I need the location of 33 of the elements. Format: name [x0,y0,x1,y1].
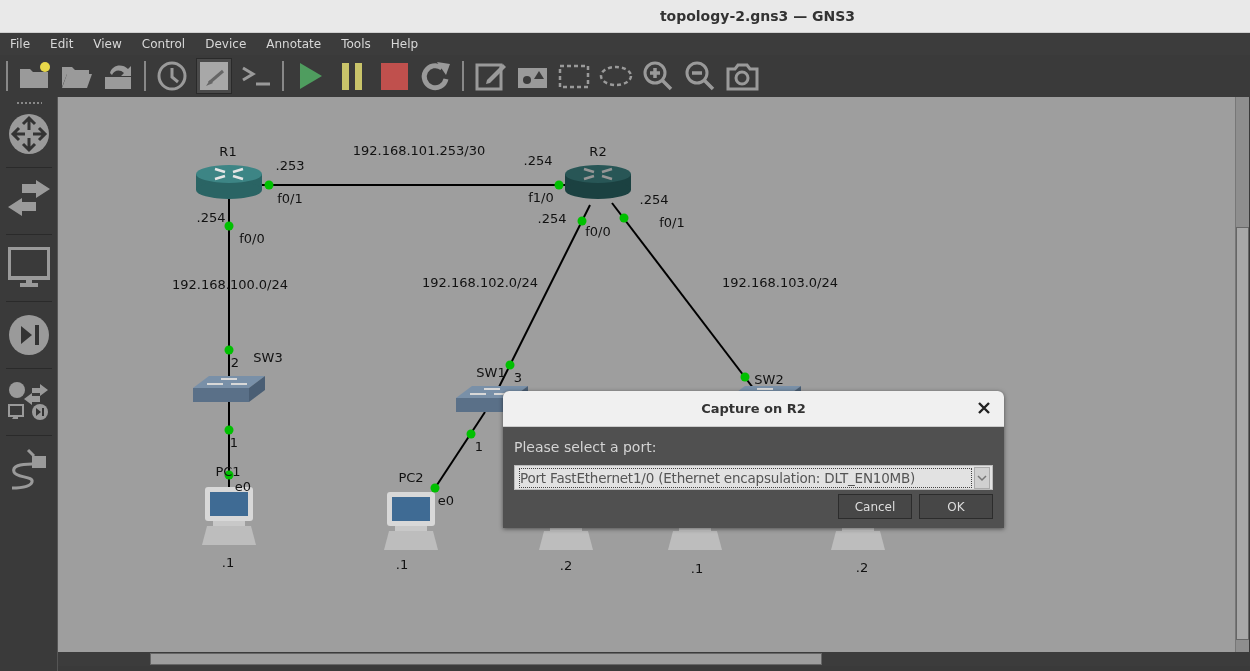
interface-label: f1/0 [528,189,554,205]
interface-label: 2 [230,354,240,370]
dialog-title: Capture on R2 [701,401,806,416]
address-label: .254 [639,191,669,207]
address-label: .254 [196,209,226,225]
address-label: .253 [275,157,305,173]
interface-label: 3 [513,369,523,385]
interface-label: f0/0 [585,223,611,239]
window-title: topology-2.gns3 — GNS3 [658,8,856,24]
address-label: .2 [559,557,573,573]
subnet-label: 192.168.102.0/24 [422,274,538,290]
subnet-label: 192.168.101.253/30 [352,142,486,158]
subnet-label: 192.168.103.0/24 [722,274,838,290]
node-label: SW3 [253,349,283,365]
address-label: .1 [690,560,704,576]
node-label: SW2 [754,371,784,387]
node-label: PC2 [398,469,424,485]
node-label: SW1 [476,364,506,380]
address-label: .2 [855,559,869,575]
address-label: .254 [537,210,567,226]
interface-label: f0/1 [277,190,303,206]
interface-label: f0/1 [659,214,685,230]
interface-label: 1 [474,438,484,454]
interface-label: 1 [229,434,239,450]
address-label: .1 [221,554,235,570]
node-label: R1 [219,143,237,159]
interface-label: e0 [437,492,455,508]
node-label: R2 [589,143,607,159]
interface-label: e0 [234,478,252,494]
interface-label: f0/0 [239,230,265,246]
prompt-label: Please select a port: [514,439,658,457]
address-label: .254 [523,152,553,168]
address-label: .1 [395,556,409,572]
